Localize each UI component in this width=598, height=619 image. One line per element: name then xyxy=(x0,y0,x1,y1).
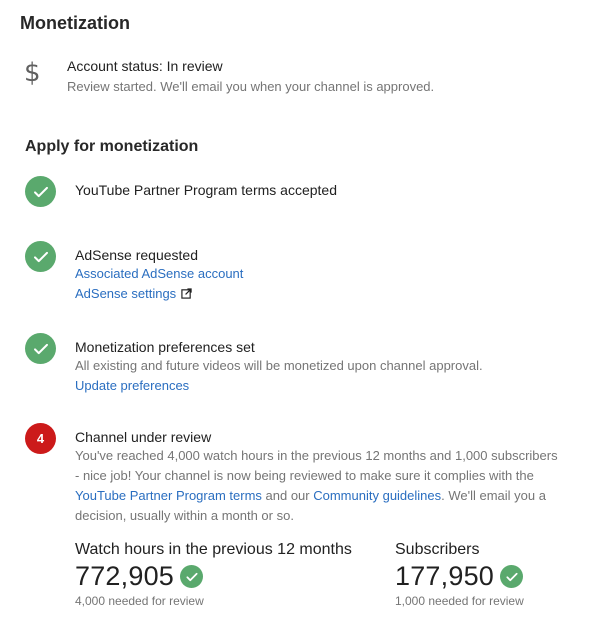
apply-section-title: Apply for monetization xyxy=(25,138,199,155)
metric-label: Subscribers xyxy=(395,541,480,558)
check-icon xyxy=(25,333,56,364)
partner-program-terms-link[interactable]: YouTube Partner Program terms xyxy=(75,488,262,503)
review-count-badge: 4 xyxy=(25,423,56,454)
review-desc-part2: and our xyxy=(261,488,314,503)
step-title: YouTube Partner Program terms accepted xyxy=(75,182,337,198)
adsense-settings-label[interactable]: AdSense settings xyxy=(75,286,176,301)
external-link-icon xyxy=(181,288,192,299)
review-desc-part1: You've reached 4,000 watch hours in the … xyxy=(75,448,558,483)
account-status: $ Account status: In review Review start… xyxy=(24,57,584,97)
dollar-icon: $ xyxy=(24,58,41,88)
metric-note: 4,000 needed for review xyxy=(75,594,204,608)
metric-watch-hours: Watch hours in the previous 12 months 77… xyxy=(75,541,352,608)
step-description: You've reached 4,000 watch hours in the … xyxy=(75,446,560,526)
community-guidelines-link[interactable]: Community guidelines xyxy=(313,488,441,503)
adsense-settings-link[interactable]: AdSense settings xyxy=(75,284,565,304)
step-title: Channel under review xyxy=(75,429,212,445)
check-icon xyxy=(180,565,203,588)
metric-note: 1,000 needed for review xyxy=(395,594,524,608)
metric-label: Watch hours in the previous 12 months xyxy=(75,541,352,558)
step-title: AdSense requested xyxy=(75,247,198,263)
account-status-title: Account status: In review xyxy=(67,58,223,74)
step-description: All existing and future videos will be m… xyxy=(75,358,483,373)
metric-value: 772,905 xyxy=(75,561,174,591)
page-title: Monetization xyxy=(20,13,130,33)
check-icon xyxy=(500,565,523,588)
associated-adsense-link[interactable]: Associated AdSense account xyxy=(75,264,565,284)
update-preferences-link[interactable]: Update preferences xyxy=(75,376,565,396)
metric-subscribers: Subscribers 177,950 1,000 needed for rev… xyxy=(395,541,524,608)
check-icon xyxy=(25,241,56,272)
check-icon xyxy=(25,176,56,207)
account-status-subtitle: Review started. We'll email you when you… xyxy=(67,79,435,94)
metric-value: 177,950 xyxy=(395,561,494,591)
step-title: Monetization preferences set xyxy=(75,339,255,355)
